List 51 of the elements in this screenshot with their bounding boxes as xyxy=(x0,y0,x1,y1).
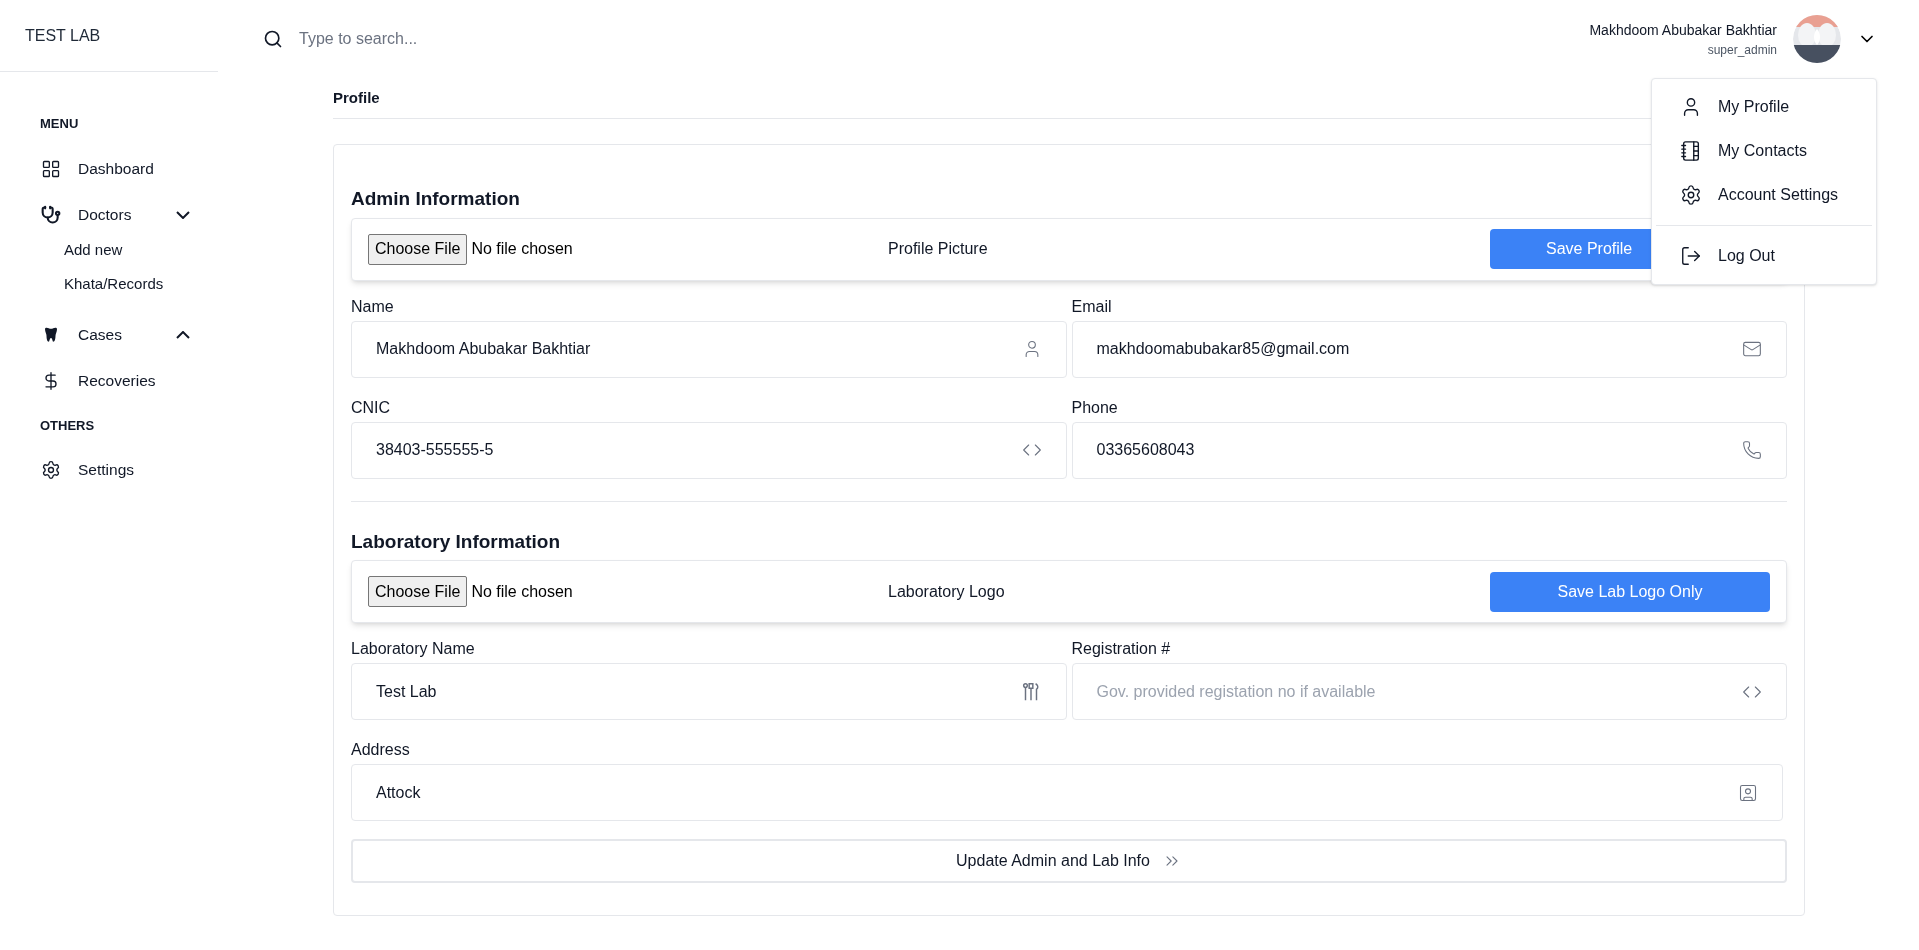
section-title: Laboratory Information xyxy=(351,529,560,554)
choose-file-button[interactable]: Choose File xyxy=(368,233,468,265)
chevron-up-icon xyxy=(176,330,190,339)
input-field[interactable]: Attock xyxy=(351,764,1783,821)
user-role: super_admin xyxy=(1707,41,1777,59)
field-label: Address xyxy=(351,740,411,760)
upload-label: Laboratory Logo xyxy=(888,581,1005,602)
field-label: Laboratory Name xyxy=(351,639,476,659)
section-title: Admin Information xyxy=(351,187,520,211)
settings-icon xyxy=(1680,184,1702,206)
file-status: No file chosen xyxy=(471,581,573,602)
section-heading: OTHERS xyxy=(40,416,96,435)
search-icon xyxy=(263,29,283,49)
input-field[interactable]: 38403-555555-5 xyxy=(351,421,1067,479)
grid-icon xyxy=(41,158,61,179)
update-button[interactable]: Update Admin and Lab Info xyxy=(351,839,1787,883)
field-label: Name xyxy=(351,296,395,317)
user-name: Makhdoom Abubakar Bakhtiar xyxy=(1589,20,1777,40)
submenu-item[interactable]: Khata/Records xyxy=(64,267,178,302)
search-field[interactable]: Type to search... xyxy=(299,27,699,51)
logout-icon xyxy=(1680,245,1702,267)
field-label: Email xyxy=(1071,296,1113,317)
settings-icon xyxy=(41,460,61,480)
phone-icon xyxy=(1742,440,1762,460)
tooth-icon xyxy=(42,325,60,344)
upload-label: Profile Picture xyxy=(888,239,988,259)
input-field[interactable]: Makhdoom Abubakar Bakhtiar xyxy=(351,320,1067,378)
input-field[interactable]: 03365608043 xyxy=(1071,421,1787,479)
input-field[interactable]: Test Lab xyxy=(351,663,1067,720)
sidebar-item[interactable]: Cases xyxy=(40,311,190,358)
input-field[interactable]: makhdoomabubakar85@gmail.com xyxy=(1071,320,1787,378)
section-heading: MENU xyxy=(40,115,80,133)
field-label: CNIC xyxy=(351,397,392,418)
field-label: Phone xyxy=(1071,397,1119,418)
menu-item[interactable]: Account Settings xyxy=(1656,173,1872,217)
menu-item[interactable]: My Profile xyxy=(1656,85,1872,129)
field-label: Registration # xyxy=(1071,639,1172,659)
contact-card-icon xyxy=(1738,782,1758,803)
save-button[interactable]: Save Lab Logo Only xyxy=(1490,571,1770,612)
sidebar-item[interactable]: Dashboard xyxy=(40,145,190,192)
brand-logo[interactable]: TEST LAB xyxy=(25,23,101,48)
choose-file-button[interactable]: Choose File xyxy=(368,576,468,607)
file-status: No file chosen xyxy=(471,239,573,259)
chevron-down-icon xyxy=(176,210,190,219)
sidebar-item[interactable]: Settings xyxy=(40,447,190,493)
stethoscope-icon xyxy=(41,204,61,225)
mail-icon xyxy=(1742,339,1762,359)
menu-item[interactable]: My Contacts xyxy=(1656,129,1872,173)
notebook-icon xyxy=(1680,140,1702,162)
page-title: Profile xyxy=(333,89,380,106)
sidebar-item[interactable]: Recoveries xyxy=(40,357,190,404)
